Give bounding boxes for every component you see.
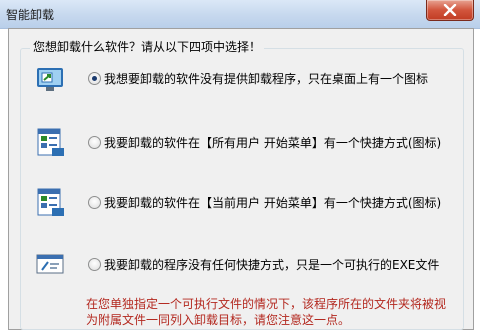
option-exe-file[interactable]: 我要卸载的程序没有任何快捷方式，只是一个可执行的EXE文件: [34, 244, 454, 284]
option-exe-radio[interactable]: [88, 258, 101, 271]
option-all-users-label: 我要卸载的软件在【所有用户 开始菜单】有一个快捷方式(图标): [104, 136, 442, 150]
warning-note-line-2: 为附属文件一同列入卸载目标，请您注意这一点。: [86, 313, 351, 327]
all-users-start-menu-icon: [37, 128, 64, 156]
exe-file-icon: [36, 254, 64, 274]
desktop-shortcut-icon: [37, 68, 63, 91]
title-bar: 智能卸载: [0, 0, 480, 29]
option-desktop-shortcut[interactable]: 我想要卸载的软件没有提供卸载程序，只在桌面上有一个图标: [34, 58, 454, 98]
option-current-user-label: 我要卸载的软件在【当前用户 开始菜单】有一个快捷方式(图标): [104, 196, 442, 210]
option-exe-label: 我要卸载的程序没有任何快捷方式，只是一个可执行的EXE文件: [104, 258, 440, 272]
option-desktop-radio[interactable]: [88, 72, 101, 85]
option-all-users-radio[interactable]: [88, 136, 101, 149]
option-current-user-radio[interactable]: [88, 196, 101, 209]
option-all-users-start-menu[interactable]: 我要卸载的软件在【所有用户 开始菜单】有一个快捷方式(图标): [34, 122, 454, 162]
close-button[interactable]: [426, 0, 474, 21]
option-current-user-start-menu[interactable]: 我要卸载的软件在【当前用户 开始菜单】有一个快捷方式(图标): [34, 182, 454, 222]
window-title: 智能卸载: [6, 8, 55, 22]
current-user-start-menu-icon: [37, 188, 64, 216]
warning-note: 在您单独指定一个可执行文件的情况下，该程序所在的文件夹将被视 为附属文件一同列入…: [86, 296, 466, 328]
warning-note-line-1: 在您单独指定一个可执行文件的情况下，该程序所在的文件夹将被视: [86, 297, 447, 311]
option-desktop-label: 我想要卸载的软件没有提供卸载程序，只在桌面上有一个图标: [104, 72, 429, 86]
question-label: 您想卸载什么软件？请从以下四项中选择！: [30, 38, 265, 55]
close-icon: [443, 4, 457, 16]
